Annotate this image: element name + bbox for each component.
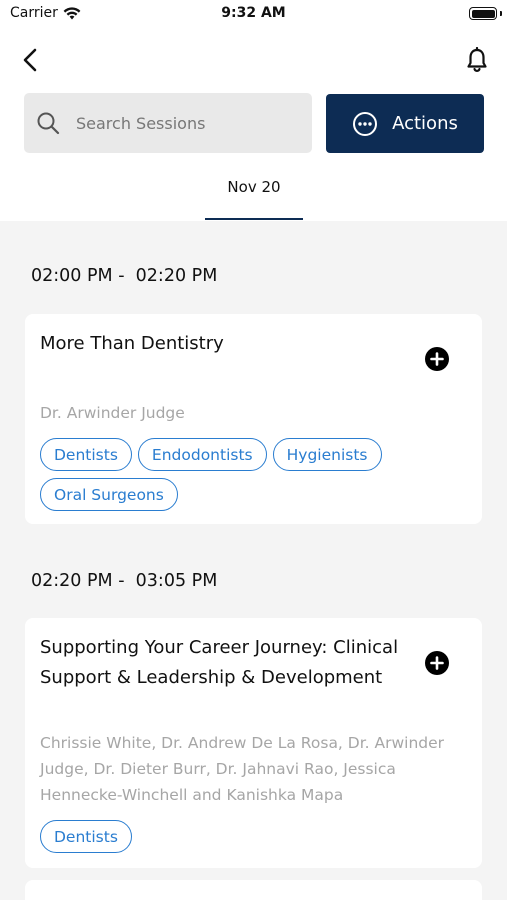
tab-nov-20[interactable]: Nov 20 [205,178,303,196]
back-button[interactable] [16,46,44,74]
session-card[interactable]: More Than Dentistry Dr. Arwinder Judge D… [25,314,482,524]
actions-button[interactable]: Actions [326,94,484,153]
tab-underline [205,218,303,220]
battery-icon [469,7,497,20]
session-card[interactable]: Supporting Your Career Journey: Clinical… [25,618,482,868]
search-field[interactable] [24,93,312,153]
tag-oral-surgeons[interactable]: Oral Surgeons [40,478,178,511]
actions-label: Actions [392,113,458,134]
header-area: Carrier 9:32 AM Search Sessions Actions … [0,0,507,221]
search-input[interactable] [76,113,296,133]
bell-icon [467,47,487,72]
session-tags: Dentists [40,820,460,853]
plus-circle-icon[interactable] [425,347,449,371]
search-icon [36,111,60,135]
plus-circle-icon[interactable] [425,651,449,675]
battery-tip [500,11,502,16]
session-speakers: Chrissie White, Dr. Andrew De La Rosa, D… [40,734,445,804]
tag-dentists[interactable]: Dentists [40,820,132,853]
tag-endodontists[interactable]: Endodontists [137,438,267,471]
session-card-partial[interactable] [25,880,482,900]
ellipsis-circle-icon [353,111,378,136]
notifications-button[interactable] [463,45,491,75]
session-speakers: Dr. Arwinder Judge [40,404,185,422]
chevron-left-icon [23,48,37,72]
tag-hygienists[interactable]: Hygienists [272,438,382,471]
session-time-range: 02:20 PM - 03:05 PM [31,571,218,591]
status-time: 9:32 AM [221,5,286,21]
session-tags: Dentists Endodontists Hygienists Oral Su… [40,438,460,511]
session-time-range: 02:00 PM - 02:20 PM [31,266,218,286]
session-title: Supporting Your Career Journey: Clinical… [40,637,399,688]
session-title: More Than Dentistry [40,333,224,354]
status-bar: Carrier 9:32 AM [0,0,507,28]
tag-dentists[interactable]: Dentists [40,438,132,471]
